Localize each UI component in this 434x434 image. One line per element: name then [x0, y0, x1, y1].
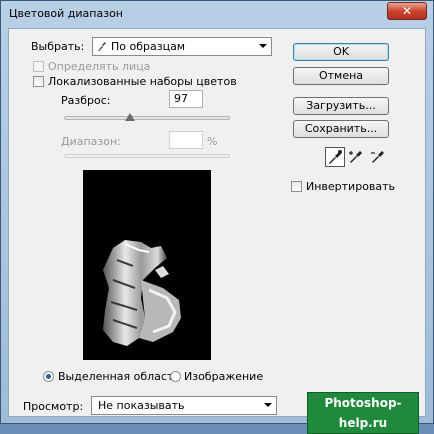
dialog-window: Цветовой диапазон ✕ Выбрать: По образцам…	[0, 0, 434, 434]
preview-selection-radio[interactable]	[43, 371, 54, 382]
save-button[interactable]: Сохранить...	[293, 120, 389, 138]
selection-preview-value: Не показывать	[98, 399, 185, 412]
select-value: По образцам	[111, 40, 186, 53]
range-label: Диапазон:	[61, 135, 121, 148]
range-input[interactable]	[169, 131, 203, 149]
ok-button[interactable]: OK	[293, 43, 389, 61]
eyedropper-minus-icon[interactable]	[369, 147, 389, 167]
preview-image-label: Изображение	[184, 370, 264, 383]
eyedropper-small-icon	[97, 40, 107, 55]
range-slider-track[interactable]	[64, 154, 230, 158]
radio-selected-dot	[46, 374, 51, 379]
dialog-client-area: Выбрать: По образцам Определять лица Лок…	[8, 28, 426, 434]
invert-label: Инвертировать	[306, 180, 396, 193]
range-unit: %	[207, 135, 218, 148]
chevron-down-icon	[264, 403, 272, 407]
preview-selection-label: Выделенная область	[58, 370, 180, 383]
watermark-badge: Photoshop-help.ru	[307, 392, 419, 434]
detect-faces-checkbox[interactable]	[33, 61, 44, 72]
eyedropper-icon[interactable]	[325, 147, 345, 167]
eyedropper-plus-icon[interactable]	[347, 147, 367, 167]
detect-faces-label: Определять лица	[48, 60, 151, 73]
mask-preview-svg	[103, 240, 181, 346]
fuzziness-slider-thumb[interactable]	[125, 113, 136, 121]
selection-preview-label: Просмотр:	[23, 400, 84, 413]
chevron-down-icon	[259, 44, 267, 48]
select-dropdown[interactable]: По образцам	[92, 37, 272, 56]
window-title: Цветовой диапазон	[9, 7, 123, 20]
invert-checkbox[interactable]	[291, 181, 302, 192]
preview-image-radio[interactable]	[170, 371, 181, 382]
fuzziness-label: Разброс:	[61, 94, 111, 107]
cancel-button[interactable]: Отмена	[293, 67, 389, 85]
fuzziness-slider-track[interactable]	[64, 116, 230, 120]
selection-preview-dropdown[interactable]: Не показывать	[91, 396, 277, 415]
load-button[interactable]: Загрузить...	[293, 97, 389, 115]
fuzziness-input[interactable]: 97	[169, 90, 203, 108]
localized-clusters-checkbox[interactable]	[33, 76, 44, 87]
localized-clusters-label: Локализованные наборы цветов	[48, 75, 237, 88]
title-bar[interactable]: Цветовой диапазон ✕	[1, 1, 433, 27]
select-label: Выбрать:	[31, 40, 85, 53]
close-button[interactable]: ✕	[387, 2, 427, 20]
selection-preview-image	[83, 170, 211, 360]
